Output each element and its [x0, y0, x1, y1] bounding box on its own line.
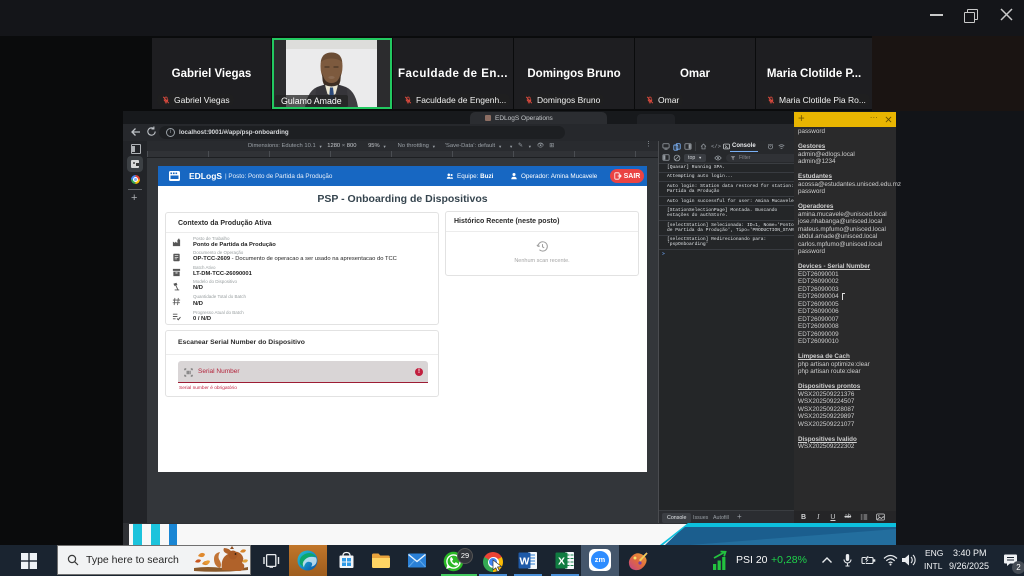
svg-text:W: W	[520, 556, 530, 568]
svg-text:X: X	[558, 556, 565, 568]
